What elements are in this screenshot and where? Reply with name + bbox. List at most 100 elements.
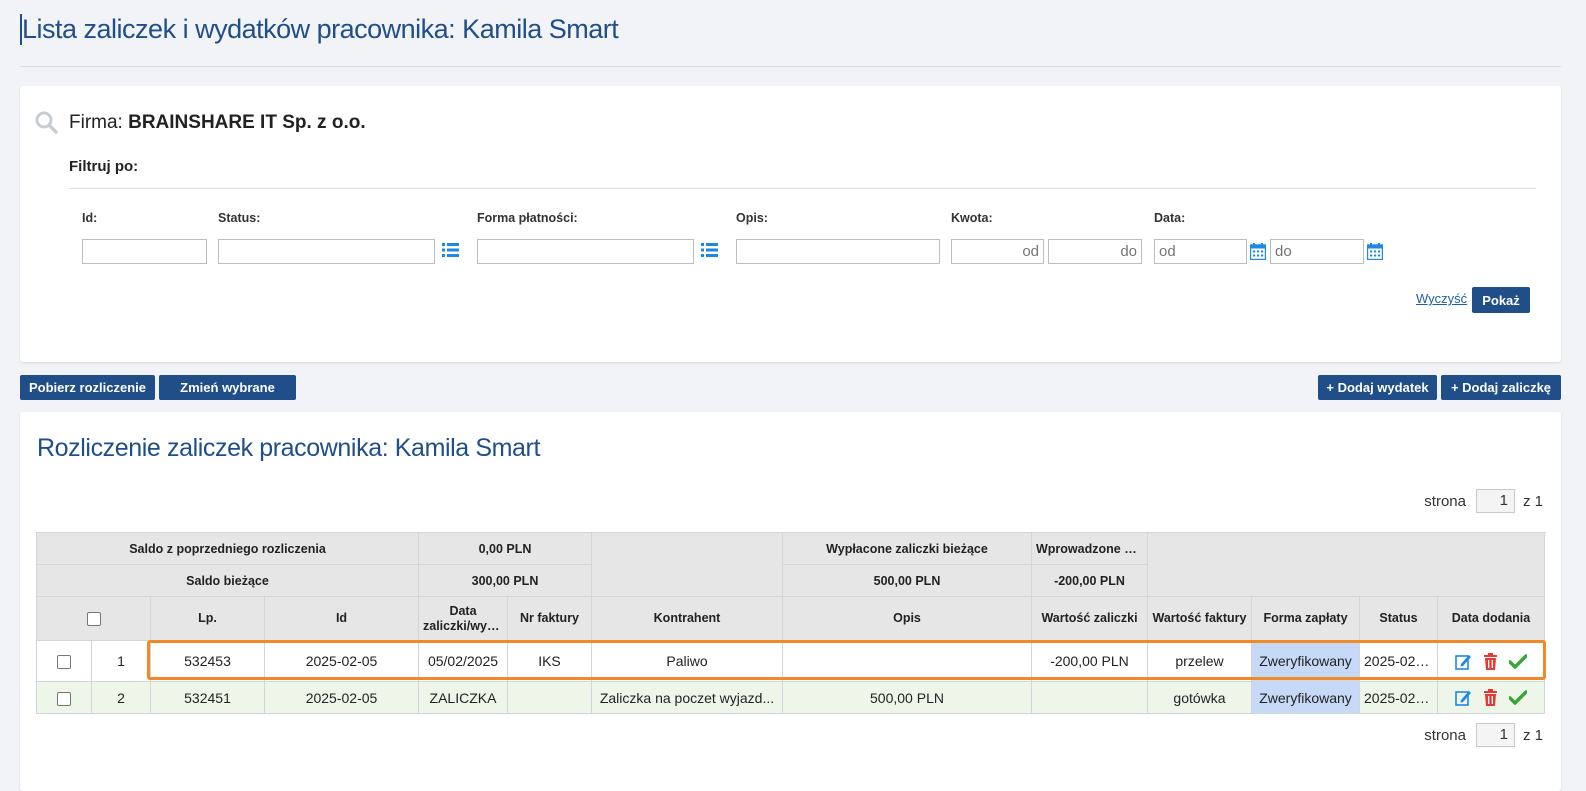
paid-advances-label: Wypłacone zaliczki bieżące xyxy=(782,532,1032,565)
delete-icon[interactable] xyxy=(1483,689,1498,706)
company-name: BRAINSHARE IT Sp. z o.o. xyxy=(128,112,366,133)
edit-icon[interactable] xyxy=(1455,653,1472,670)
payment-list-icon[interactable] xyxy=(701,243,718,257)
invoice-cell: 05/02/2025 xyxy=(418,640,508,682)
advance-cell xyxy=(782,640,1032,682)
col-header[interactable]: Wartość zaliczki xyxy=(1031,596,1148,641)
pager-bottom: strona 1 z 1 xyxy=(1424,723,1543,747)
col-header[interactable]: Lp. xyxy=(150,596,265,641)
edit-icon[interactable] xyxy=(1455,689,1472,706)
advance-cell: 500,00 PLN xyxy=(782,681,1032,714)
summary-row: Saldo z poprzedniego rozliczenia 0,00 PL… xyxy=(36,532,1545,597)
filter-panel: Firma: BRAINSHARE IT Sp. z o.o. Filtruj … xyxy=(20,86,1561,362)
lp-cell: 2 xyxy=(91,681,151,714)
pager-total: 1 xyxy=(1534,492,1543,510)
id-cell: 532453 xyxy=(150,640,265,682)
row-checkbox[interactable] xyxy=(57,691,71,706)
desc-filter-input[interactable] xyxy=(736,239,940,264)
amount-filter-label: Kwota: xyxy=(951,211,993,225)
pager-total: 1 xyxy=(1534,726,1543,744)
id-filter-input[interactable] xyxy=(82,239,207,264)
col-header[interactable]: Nr faktury xyxy=(507,596,592,641)
col-header[interactable]: Forma zapłaty xyxy=(1251,596,1360,641)
contractor-cell: IKS xyxy=(507,640,592,682)
desc-cell: Paliwo xyxy=(591,640,783,682)
change-selected-button[interactable]: Zmień wybrane xyxy=(159,375,296,400)
filter-heading: Filtruj po: xyxy=(69,158,139,175)
col-header[interactable]: Data zaliczki/wydatku xyxy=(418,596,508,641)
table-row[interactable]: 1 532453 2025-02-05 05/02/2025 IKS Paliw… xyxy=(36,640,1545,682)
added-date-cell: 2025-02-05 xyxy=(1359,640,1438,682)
pager-label: strona xyxy=(1424,726,1466,744)
pager-top: strona 1 z 1 xyxy=(1424,489,1543,513)
date-cell: 2025-02-05 xyxy=(264,681,419,714)
current-balance-label: Saldo bieżące xyxy=(36,564,419,597)
delete-icon[interactable] xyxy=(1483,652,1498,670)
payment-filter-label: Forma płatności: xyxy=(477,211,578,225)
title-divider xyxy=(20,66,1561,67)
status-cell: Zweryfikowany xyxy=(1251,640,1360,682)
show-button[interactable]: Pokaż xyxy=(1472,287,1530,313)
prev-balance-value: 0,00 PLN xyxy=(418,532,592,565)
col-header[interactable]: Wartość faktury xyxy=(1147,596,1252,641)
advances-table-body: 1 532453 2025-02-05 05/02/2025 IKS Paliw… xyxy=(36,640,1545,714)
entered-expenses-label: Wprowadzone wydatki nierozliczone xyxy=(1031,532,1148,565)
filter-divider xyxy=(69,188,1536,189)
download-settlement-button[interactable]: Pobierz rozliczenie xyxy=(20,375,155,400)
amount-to-input[interactable] xyxy=(1048,239,1142,264)
added-date-cell: 2025-02-05 xyxy=(1359,681,1438,714)
advances-table: Saldo z poprzedniego rozliczenia 0,00 PL… xyxy=(36,532,1545,641)
page-title: Lista zaliczek i wydatków pracownika: Ka… xyxy=(20,14,619,45)
header-row: Lp. Id Data zaliczki/wydatku Nr faktury … xyxy=(36,596,1545,641)
row-checkbox[interactable] xyxy=(57,655,71,670)
select-all-cell xyxy=(36,596,151,641)
payment-cell: przelew xyxy=(1147,640,1252,682)
check-icon[interactable] xyxy=(1509,690,1527,705)
col-header[interactable]: Kontrahent xyxy=(591,596,783,641)
amount-from-input[interactable] xyxy=(951,239,1044,264)
add-expense-button[interactable]: + Dodaj wydatek xyxy=(1318,375,1437,400)
status-cell: Zweryfikowany xyxy=(1251,681,1360,714)
col-header[interactable]: Status xyxy=(1359,596,1438,641)
check-icon[interactable] xyxy=(1509,653,1527,669)
pager-of: z xyxy=(1522,726,1531,744)
add-advance-button[interactable]: + Dodaj zaliczkę xyxy=(1441,375,1561,400)
prev-balance-label: Saldo z poprzedniego rozliczenia xyxy=(36,532,419,565)
calendar-icon[interactable] xyxy=(1250,243,1266,260)
page-number-input[interactable]: 1 xyxy=(1475,489,1515,513)
actions-cell xyxy=(1437,640,1545,682)
col-header[interactable]: Opis xyxy=(782,596,1032,641)
id-cell: 532451 xyxy=(150,681,265,714)
lp-cell: 1 xyxy=(91,640,151,682)
status-filter-input[interactable] xyxy=(218,239,435,264)
row-select-cell xyxy=(36,681,92,714)
table-row[interactable]: 2 532451 2025-02-05 ZALICZKA Zaliczka na… xyxy=(36,681,1545,714)
actions-cell xyxy=(1437,681,1545,714)
date-from-input[interactable] xyxy=(1154,239,1247,264)
payment-filter-input[interactable] xyxy=(477,239,694,264)
date-cell: 2025-02-05 xyxy=(264,640,419,682)
payment-cell: gotówka xyxy=(1147,681,1252,714)
clear-filter-link[interactable]: Wyczyść xyxy=(1416,291,1467,306)
contractor-cell xyxy=(507,681,592,714)
status-filter-label: Status: xyxy=(218,211,261,225)
results-title: Rozliczenie zaliczek pracownika: Kamila … xyxy=(37,434,541,462)
entered-expenses-value: -200,00 PLN xyxy=(1031,564,1148,597)
status-list-icon[interactable] xyxy=(442,243,459,257)
col-header[interactable]: Data dodania xyxy=(1437,596,1545,641)
paid-advances-value: 500,00 PLN xyxy=(782,564,1032,597)
results-panel: Rozliczenie zaliczek pracownika: Kamila … xyxy=(20,412,1561,791)
col-header[interactable]: Id xyxy=(264,596,419,641)
date-to-input[interactable] xyxy=(1270,239,1364,264)
desc-cell: Zaliczka na poczet wyjazd... xyxy=(591,681,783,714)
page-number-input[interactable]: 1 xyxy=(1475,723,1515,747)
calendar-icon[interactable] xyxy=(1367,243,1383,260)
select-all-checkbox[interactable] xyxy=(86,611,101,626)
summary-spacer xyxy=(591,532,783,597)
invoice-value-cell xyxy=(1031,681,1148,714)
pager-label: strona xyxy=(1424,492,1466,510)
pager-of: z xyxy=(1522,492,1531,510)
date-filter-label: Data: xyxy=(1154,211,1186,225)
current-balance-value: 300,00 PLN xyxy=(418,564,592,597)
search-icon xyxy=(35,111,58,134)
